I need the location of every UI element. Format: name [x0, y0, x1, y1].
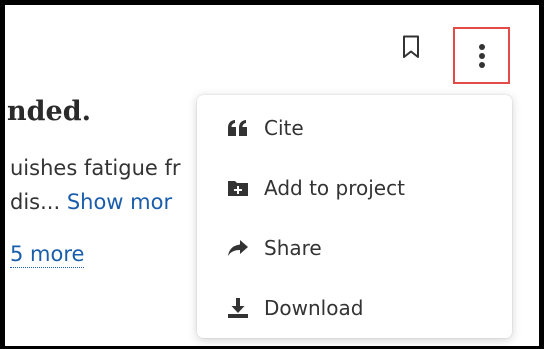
bookmark-icon — [403, 35, 419, 58]
frame-border-top — [0, 0, 544, 5]
more-options-menu: Cite Add to project Share Download — [197, 95, 512, 338]
abstract-text: dis... — [10, 190, 67, 214]
quote-icon — [226, 116, 250, 140]
article-abstract-line: dis... Show mor — [10, 190, 172, 214]
vertical-dots-icon — [478, 43, 485, 68]
article-heading: nded. — [7, 96, 91, 127]
menu-item-add-to-project[interactable]: Add to project — [197, 158, 512, 218]
download-icon — [226, 296, 250, 320]
menu-item-cite[interactable]: Cite — [197, 98, 512, 158]
show-more-link[interactable]: Show mor — [67, 190, 172, 214]
more-options-button[interactable] — [453, 27, 510, 84]
menu-item-download[interactable]: Download — [197, 278, 512, 338]
menu-item-label: Download — [264, 296, 364, 320]
bookmark-button[interactable] — [399, 33, 423, 61]
folder-plus-icon — [226, 176, 250, 200]
more-link[interactable]: 5 more — [10, 242, 85, 268]
article-abstract-line: uishes fatigue fr — [10, 156, 181, 180]
menu-item-label: Cite — [264, 116, 304, 140]
share-arrow-icon — [226, 236, 250, 260]
menu-item-label: Share — [264, 236, 322, 260]
frame-border-right — [539, 0, 544, 349]
menu-item-label: Add to project — [264, 176, 405, 200]
menu-item-share[interactable]: Share — [197, 218, 512, 278]
frame-border-left — [0, 0, 5, 349]
